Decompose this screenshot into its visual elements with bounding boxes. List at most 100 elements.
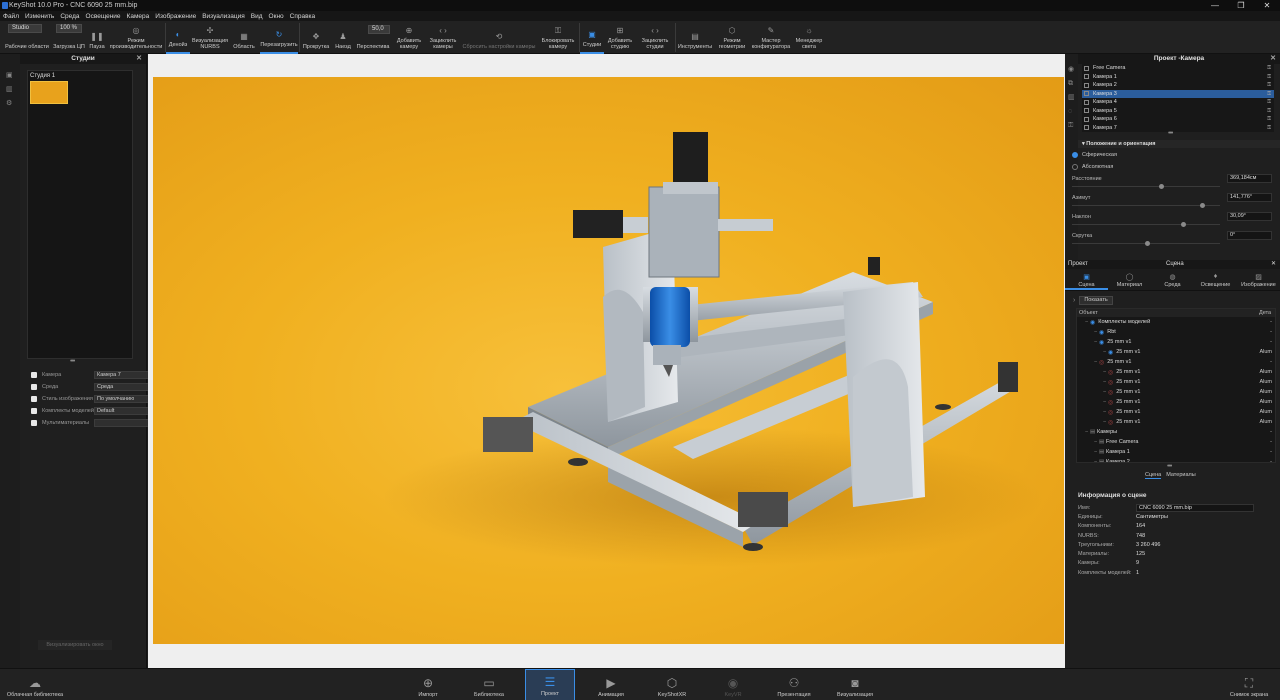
menu-lighting[interactable]: Освещение [86, 13, 121, 20]
lock-icon[interactable]: ⚿ [1267, 91, 1271, 97]
studio-thumbnail[interactable] [30, 81, 68, 104]
expand-icon[interactable]: – [1077, 439, 1099, 445]
scene-tree-row[interactable]: – ◎ 25 mm v1 Alum [1077, 417, 1275, 427]
expand-icon[interactable]: – [1077, 329, 1099, 335]
lock-icon[interactable]: ⚿ [1267, 99, 1271, 105]
expand-icon[interactable]: – [1077, 339, 1099, 345]
maximize-button[interactable]: ❐ [1228, 0, 1254, 11]
expand-icon[interactable]: – [1077, 379, 1108, 385]
slider-knob[interactable] [1159, 184, 1164, 189]
menu-environment[interactable]: Среда [60, 13, 79, 20]
slider-track[interactable] [1072, 224, 1220, 225]
perspective-button[interactable]: Перспектива [354, 21, 392, 54]
expand-icon[interactable]: – [1077, 389, 1108, 395]
animation-button[interactable]: ▶ Анимация [586, 669, 636, 700]
menu-edit[interactable]: Изменить [25, 13, 54, 20]
eye-visible-icon[interactable]: ◉ [1108, 349, 1113, 356]
lock-icon[interactable]: ⚿ [1267, 74, 1271, 80]
slider-track[interactable] [1072, 186, 1220, 187]
eye-hidden-icon[interactable]: ◎ [1108, 389, 1113, 396]
scene-tree-row[interactable]: – ▤ Камера 1 - [1077, 447, 1275, 457]
scene-tree-row[interactable]: – ▤ Камеры - [1077, 427, 1275, 437]
absolute-radio[interactable]: Абсолютная [1072, 164, 1113, 170]
camera-list-item[interactable]: Камера 7 ⚿ [1082, 124, 1274, 133]
geometry-mode-button[interactable]: ⬡ Режим геометрии [716, 21, 748, 54]
lock-icon[interactable]: ⚿ [1267, 125, 1271, 131]
tumble-button[interactable]: ✥ Прокрутка [300, 21, 332, 54]
filter-arrow-icon[interactable]: › [1073, 297, 1075, 304]
project-button[interactable]: ☰ Проект [525, 669, 575, 700]
checkbox[interactable] [31, 371, 37, 378]
expand-icon[interactable]: – [1077, 429, 1090, 435]
checkbox[interactable] [31, 419, 37, 426]
nurbs-render-button[interactable]: ✣ Визуализация NURBS [191, 21, 229, 54]
camera-list-item[interactable]: Камера 5 ⚿ [1082, 107, 1274, 116]
reload-button[interactable]: ↻ Перезагрузить [260, 21, 298, 54]
workspaces-button[interactable]: Рабочие области [3, 21, 51, 54]
expand-icon[interactable]: – [1077, 419, 1108, 425]
reset-camera-button[interactable]: ⟲ Сбросить настройки камеры [461, 21, 537, 54]
menu-image[interactable]: Изображение [155, 13, 196, 20]
camera-list-item[interactable]: Камера 2 ⚿ [1082, 81, 1274, 90]
expand-icon[interactable]: – [1077, 349, 1108, 355]
panel-close-icon[interactable]: ✕ [1271, 260, 1276, 269]
slider-knob[interactable] [1199, 203, 1205, 208]
panel-resize-handle[interactable]: ••• [70, 358, 75, 365]
subtab-scene[interactable]: ▣ Сцена [1065, 269, 1108, 290]
presentation-button[interactable]: ⚇ Презентация [769, 669, 819, 700]
camera-list-item[interactable]: Free Camera ⚿ [1082, 64, 1274, 73]
subtab-environment[interactable]: ◍ Среда [1151, 269, 1194, 290]
eye-hidden-icon[interactable]: ◎ [1099, 359, 1104, 366]
scene-tree-row[interactable]: – ◉ Комплекты моделей - [1077, 317, 1275, 327]
bottom-tab-scene[interactable]: Сцена [1145, 472, 1162, 479]
scene-tree-row[interactable]: – ◎ 25 mm v1 Alum [1077, 377, 1275, 387]
render-canvas[interactable] [153, 77, 1064, 644]
checkbox[interactable] [31, 383, 37, 390]
expand-icon[interactable]: – [1077, 409, 1108, 415]
screenshot-button[interactable]: ⛶ Снимок экрана [1224, 669, 1274, 700]
scene-tree-row[interactable]: – ▤ Камера 2 - [1077, 457, 1275, 462]
configurator-wizard-button[interactable]: ✎ Мастер конфигуратора [750, 21, 792, 54]
expand-icon[interactable]: – [1077, 369, 1108, 375]
slider-knob[interactable] [1180, 222, 1186, 227]
scene-tree-row[interactable]: – ◉ 25 mm v1 Alum [1077, 347, 1275, 357]
cpu-usage-button[interactable]: Загрузка ЦП [52, 21, 86, 54]
lock-icon[interactable]: ⚿ [1267, 116, 1271, 122]
expand-icon[interactable]: – [1077, 319, 1090, 325]
lock-icon[interactable]: ⚿ [1267, 65, 1271, 71]
eye-visible-icon[interactable]: ◉ [1090, 319, 1095, 326]
tools-button[interactable]: ▤ Инструменты [676, 21, 714, 54]
delete-icon[interactable]: ▥ [6, 86, 14, 94]
light-manager-button[interactable]: ☼ Менеджер света [793, 21, 825, 54]
tab-project[interactable]: Проект [1065, 260, 1165, 269]
lock-camera-button[interactable]: ⚿ Блокировать камеру [538, 21, 578, 54]
position-orientation-section[interactable]: ▾ Положение и ориентация [1078, 140, 1280, 148]
eye-visible-icon[interactable]: ◉ [1099, 329, 1104, 336]
studio-button[interactable]: ▣ Студии [580, 21, 604, 54]
scene-tree-row[interactable]: – ◎ 25 mm v1 Alum [1077, 387, 1275, 397]
scene-tree-row[interactable]: – ◎ 25 mm v1 - [1077, 357, 1275, 367]
cycle-cameras-button[interactable]: ‹ › Зациклить камеры [426, 21, 460, 54]
eye-hidden-icon[interactable]: ◎ [1108, 419, 1113, 426]
region-button[interactable]: ▦ Область [230, 21, 258, 54]
camera-list-item[interactable]: Камера 3 ⚿ [1082, 89, 1274, 98]
camera-list-item[interactable]: Камера 1 ⚿ [1082, 73, 1274, 82]
menu-window[interactable]: Окно [269, 13, 284, 20]
scene-tree-row[interactable]: – ◉ Rbt - [1077, 327, 1275, 337]
expand-icon[interactable]: – [1077, 449, 1099, 455]
render-button[interactable]: ◙ Визуализация [830, 669, 880, 700]
expand-icon[interactable]: – [1077, 459, 1099, 462]
menu-render[interactable]: Визуализация [202, 13, 245, 20]
scene-tree-row[interactable]: – ▤ Free Camera - [1077, 437, 1275, 447]
eye-hidden-icon[interactable]: ◎ [1108, 369, 1113, 376]
library-button[interactable]: ▭ Библиотека [464, 669, 514, 700]
denoise-button[interactable]: ◐ Денойз [166, 21, 190, 54]
copy-icon[interactable]: ⧉ [1068, 80, 1076, 88]
settings-icon[interactable]: ⚙ [6, 100, 14, 108]
bottom-tab-materials[interactable]: Материалы [1166, 472, 1195, 479]
slider-knob[interactable] [1144, 241, 1150, 246]
camera-icon[interactable]: ◉ [1068, 66, 1076, 74]
spherical-radio[interactable]: Сферическая [1072, 152, 1117, 158]
cloud-library-button[interactable]: ☁ Облачная библиотека [7, 669, 63, 700]
scene-tree-row[interactable]: – ◎ 25 mm v1 Alum [1077, 397, 1275, 407]
